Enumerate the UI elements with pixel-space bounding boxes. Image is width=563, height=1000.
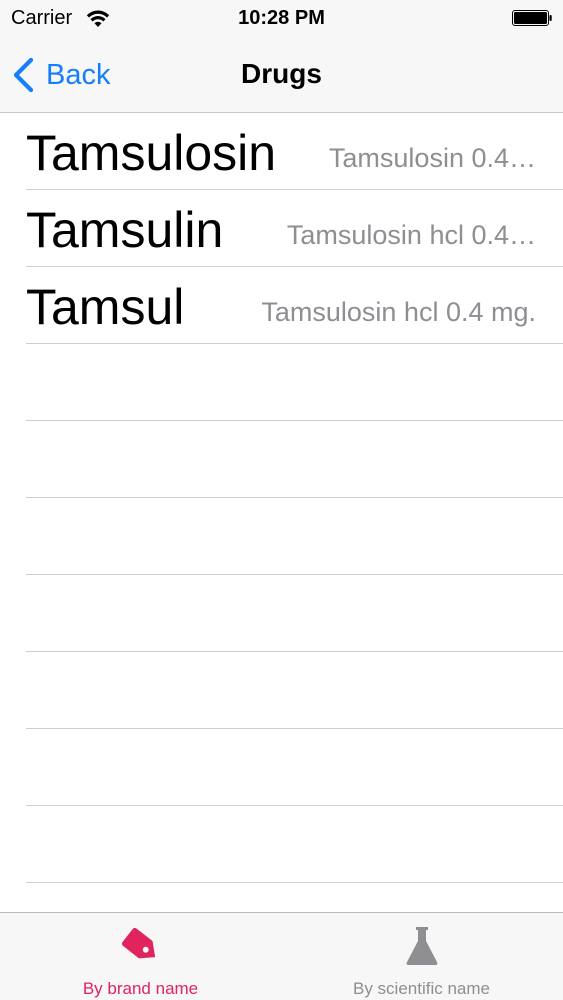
top-bar: Carrier 10:28 PM Back Drugs <box>0 0 563 113</box>
tag-icon <box>121 927 155 959</box>
battery-icon <box>512 10 552 26</box>
page-title: Drugs <box>241 58 322 89</box>
drug-list: Tamsulosin Tamsulosin 0.4… Tamsulin Tams… <box>0 113 563 883</box>
drug-scientific-name: Tamsulosin 0.4… <box>328 143 536 173</box>
list-item[interactable]: Tamsul Tamsulosin hcl 0.4 mg. <box>26 267 563 344</box>
tab-by-brand-name[interactable]: By brand name <box>0 913 281 1000</box>
tab-by-scientific-name[interactable]: By scientific name <box>281 913 562 1000</box>
empty-row <box>26 421 563 498</box>
empty-row <box>26 729 563 806</box>
navigation-bar: Back Drugs <box>0 38 563 112</box>
tab-label: By brand name <box>82 979 199 998</box>
tab-bar: By brand name By scientific name <box>0 912 563 1000</box>
drug-brand-name: Tamsul <box>26 279 185 335</box>
list-item[interactable]: Tamsulin Tamsulosin hcl 0.4… <box>26 190 563 267</box>
empty-row <box>26 575 563 652</box>
screen: Carrier 10:28 PM Back Drugs Tamsulosin T… <box>0 0 563 1000</box>
status-bar: Carrier 10:28 PM <box>0 0 563 38</box>
tab-label: By scientific name <box>353 979 490 998</box>
empty-row <box>26 806 563 883</box>
status-time: 10:28 PM <box>238 7 325 29</box>
flask-icon <box>406 927 437 965</box>
list-item[interactable]: Tamsulosin Tamsulosin 0.4… <box>26 113 563 190</box>
drug-brand-name: Tamsulin <box>26 202 224 258</box>
drug-scientific-name: Tamsulosin hcl 0.4… <box>286 220 536 250</box>
empty-row <box>26 498 563 575</box>
empty-row <box>26 652 563 729</box>
drug-scientific-name: Tamsulosin hcl 0.4 mg. <box>261 297 536 327</box>
drug-brand-name: Tamsulosin <box>26 125 277 181</box>
empty-row <box>26 344 563 421</box>
